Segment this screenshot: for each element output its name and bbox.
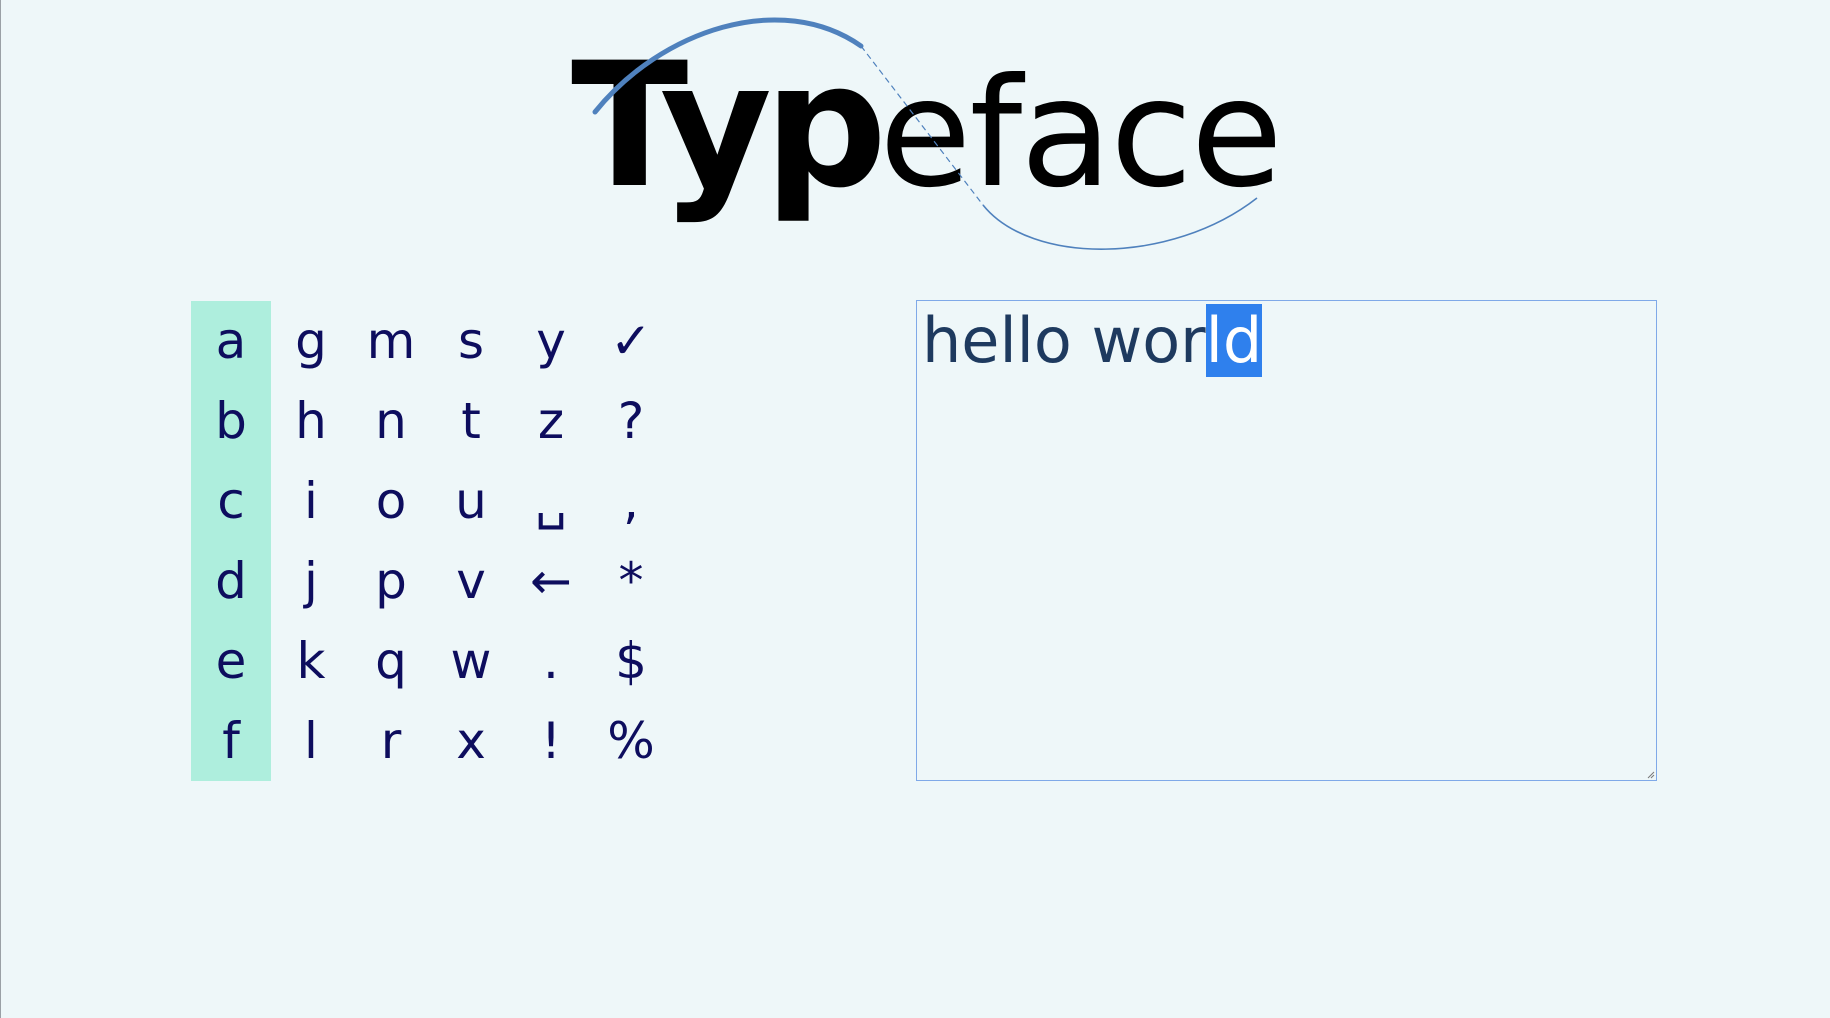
key-i[interactable]: i — [271, 461, 351, 541]
key-enter[interactable]: ✓ — [591, 301, 671, 381]
key-y[interactable]: y — [511, 301, 591, 381]
key-b[interactable]: b — [191, 381, 271, 461]
key-w[interactable]: w — [431, 621, 511, 701]
key-c[interactable]: c — [191, 461, 271, 541]
key-q[interactable]: q — [351, 621, 431, 701]
key-o[interactable]: o — [351, 461, 431, 541]
key-n[interactable]: n — [351, 381, 431, 461]
resize-grip-icon[interactable] — [1645, 769, 1655, 779]
character-grid: a b c d e f g h i j k l m n o p q r s t u v w x y z ␣ ←.! ✓?, * $% — [191, 301, 671, 781]
logo-bold-part: Typ — [571, 25, 887, 226]
key-s[interactable]: s — [431, 301, 511, 381]
logo-wordmark: Typeface — [571, 40, 1283, 212]
key-u[interactable]: u — [431, 461, 511, 541]
key-a[interactable]: a — [191, 301, 271, 381]
key-exclamation[interactable]: ! — [511, 701, 591, 781]
key-comma[interactable]: , — [591, 461, 671, 541]
key-z[interactable]: z — [511, 381, 591, 461]
logo-light-part: eface — [879, 47, 1283, 221]
key-g[interactable]: g — [271, 301, 351, 381]
key-k[interactable]: k — [271, 621, 351, 701]
key-question-mark[interactable]: ? — [591, 381, 671, 461]
key-dollar[interactable]: $ — [591, 621, 671, 701]
key-v[interactable]: v — [431, 541, 511, 621]
typed-text[interactable]: hello world — [922, 304, 1263, 377]
key-backspace[interactable]: ← — [511, 541, 591, 621]
typeface-logo: Typeface — [571, 0, 1283, 270]
key-t[interactable]: t — [431, 381, 511, 461]
typed-text-unselected: hello wor — [922, 304, 1206, 377]
key-m[interactable]: m — [351, 301, 431, 381]
text-input-area[interactable]: hello world — [916, 300, 1657, 781]
key-percent[interactable]: % — [591, 701, 671, 781]
key-r[interactable]: r — [351, 701, 431, 781]
key-asterisk[interactable]: * — [591, 541, 671, 621]
key-l[interactable]: l — [271, 701, 351, 781]
typed-text-selection: ld — [1205, 304, 1263, 377]
key-space[interactable]: ␣ — [511, 461, 591, 541]
key-j[interactable]: j — [271, 541, 351, 621]
key-h[interactable]: h — [271, 381, 351, 461]
key-d[interactable]: d — [191, 541, 271, 621]
key-p[interactable]: p — [351, 541, 431, 621]
key-f[interactable]: f — [191, 701, 271, 781]
key-e[interactable]: e — [191, 621, 271, 701]
key-period[interactable]: . — [511, 621, 591, 701]
key-x[interactable]: x — [431, 701, 511, 781]
